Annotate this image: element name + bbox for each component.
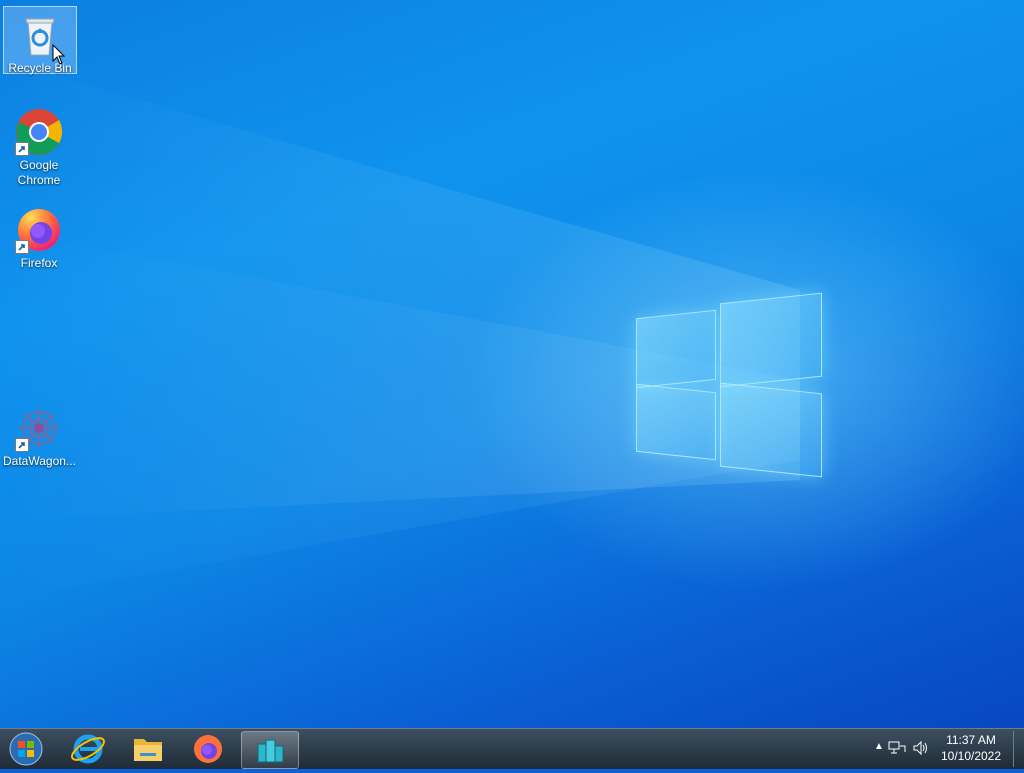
desktop-icon-firefox[interactable]: Firefox <box>3 202 75 272</box>
desktop-icon-label: Firefox <box>20 256 58 270</box>
show-hidden-icons-chevron-icon[interactable]: ▲ <box>874 741 884 752</box>
firefox-icon <box>15 206 63 254</box>
taskbar-server-manager[interactable] <box>241 731 299 769</box>
ie-icon <box>71 734 105 764</box>
system-tray: ▲ 11:37 AM 10/10/2022 <box>874 729 1024 769</box>
mouse-cursor-icon <box>52 44 66 65</box>
clock-time: 11:37 AM <box>946 733 996 747</box>
show-desktop-button[interactable] <box>1013 731 1024 767</box>
wallpaper-light-beams <box>0 60 800 600</box>
desktop-icon-label: DataWagon... <box>3 454 76 468</box>
desktop[interactable]: Recycle Bin Google Chrome Firefox DataWa… <box>0 0 1024 728</box>
taskbar-firefox[interactable] <box>180 731 236 767</box>
desktop-icon-label: Google Chrome <box>17 158 61 187</box>
windows-start-icon <box>9 732 43 766</box>
shortcut-arrow-icon <box>15 142 29 156</box>
server-manager-icon <box>257 739 284 763</box>
taskbar-internet-explorer[interactable] <box>60 731 116 767</box>
desktop-icon-datawagon[interactable]: DataWagon... <box>3 400 76 470</box>
shortcut-arrow-icon <box>15 240 29 254</box>
shortcut-arrow-icon <box>15 438 29 452</box>
datawagon-icon <box>15 404 63 452</box>
clock[interactable]: 11:37 AM 10/10/2022 <box>936 732 1006 764</box>
chrome-icon <box>15 108 63 156</box>
clock-date: 10/10/2022 <box>940 749 1002 763</box>
desktop-icon-google-chrome[interactable]: Google Chrome <box>3 104 75 188</box>
start-button[interactable] <box>4 731 48 767</box>
network-icon[interactable] <box>888 740 906 756</box>
taskbar-file-explorer[interactable] <box>120 731 176 767</box>
taskbar: ▲ 11:37 AM 10/10/2022 <box>0 728 1024 769</box>
folder-icon <box>134 739 162 761</box>
volume-icon[interactable] <box>912 740 930 756</box>
windows-logo-wallpaper <box>636 288 824 480</box>
firefox-icon <box>194 735 222 763</box>
